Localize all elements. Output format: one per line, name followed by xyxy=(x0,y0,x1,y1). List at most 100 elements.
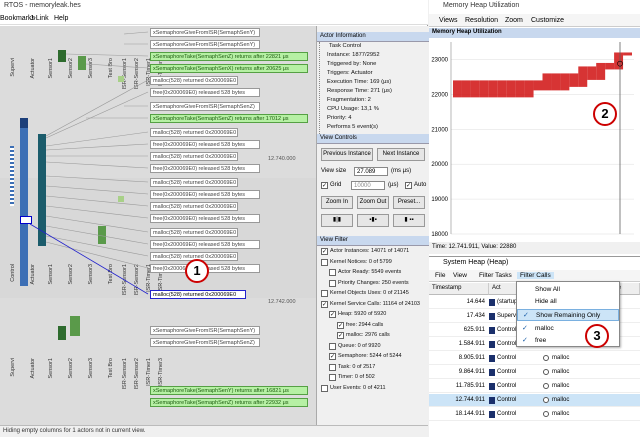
row-actor: Control xyxy=(497,411,517,417)
filter-checkbox[interactable] xyxy=(321,384,328,392)
timeline-event[interactable]: xSemaphoreGiveFromISR(SemaphSenZ) xyxy=(150,338,260,347)
view-size-input[interactable]: 27.089 xyxy=(354,167,388,176)
heap-series-step xyxy=(506,80,516,98)
heap-series-step xyxy=(551,73,561,91)
preset-button[interactable]: Preset... xyxy=(393,196,425,209)
timeline-event[interactable]: malloc(528) returned 0x200069E0 xyxy=(150,76,238,85)
auto-checkbox[interactable]: ✓ xyxy=(405,182,412,189)
filter-checkbox[interactable]: ✓ xyxy=(329,311,336,318)
menu-jlink[interactable]: J-Link xyxy=(30,15,49,22)
heap-series-step xyxy=(623,52,632,56)
table-row[interactable]: 11.785.911 Control malloc xyxy=(429,380,640,393)
heap-y-tick-label: 20000 xyxy=(431,162,448,168)
heap-y-tick-label: 19000 xyxy=(431,197,448,203)
timeline-event[interactable]: malloc(528) returned 0x200069E0 xyxy=(150,202,238,211)
row-actor-color xyxy=(489,313,495,320)
col-timestamp[interactable]: Timestamp xyxy=(429,283,489,295)
timeline-event[interactable]: xSemaphoreGiveFromISR(SemaphSenZ) xyxy=(150,102,260,111)
timeline-event[interactable]: free(0x200069E0) released 528 bytes xyxy=(150,190,260,199)
timeline-event[interactable]: malloc(528) returned 0x200069E0 xyxy=(150,290,246,299)
heap-menu-customize[interactable]: Customize xyxy=(531,17,564,24)
timeline-event[interactable]: free(0x200069E0) released 528 bytes xyxy=(150,164,260,173)
row-timestamp: 625.911 xyxy=(463,327,485,333)
timeline-view[interactable]: Supervi Actuator Sensor1 Sensor2 Sensor3 Test… xyxy=(0,26,316,425)
filter-checkbox[interactable] xyxy=(329,363,336,371)
sys-menu-filter-calls[interactable]: Filter Calls xyxy=(517,272,554,279)
next-instance-button[interactable]: Next Instance xyxy=(377,148,425,161)
filter-checkbox[interactable] xyxy=(329,279,336,287)
filter-checkbox[interactable] xyxy=(329,269,336,276)
previous-instance-button[interactable]: Previous Instance xyxy=(321,148,373,161)
zoom-in-button[interactable]: Zoom In xyxy=(321,196,353,209)
menu-help[interactable]: Help xyxy=(54,15,68,22)
heap-menu-views[interactable]: Views xyxy=(439,17,458,24)
actor-info-line: Instance: 1877/2952 xyxy=(327,52,380,58)
timeline-event[interactable]: xSemaphoreTake(SemaphSenZ) returns after… xyxy=(150,114,308,123)
tool-button-3[interactable]: ▮ ▪▪ xyxy=(393,214,425,227)
filter-checkbox[interactable] xyxy=(321,258,328,266)
callout-2: 2 xyxy=(593,102,617,126)
tool-button-2[interactable]: ▪▮▪ xyxy=(357,214,389,227)
heap-y-tick-label: 21000 xyxy=(431,127,448,133)
grid-unit: (µs) xyxy=(388,182,399,188)
row-radio[interactable] xyxy=(543,397,549,403)
grid-checkbox[interactable]: ✓ xyxy=(321,182,328,189)
heap-series-step xyxy=(533,80,543,91)
row-actor: Superv xyxy=(497,313,517,319)
filter-checkbox[interactable]: ✓ xyxy=(321,248,328,255)
sys-menu-view[interactable]: View xyxy=(453,272,467,279)
filter-checkbox[interactable]: ✓ xyxy=(337,332,344,339)
actor-info-line: Performs 5 event(s) xyxy=(327,124,378,130)
filter-checkbox[interactable] xyxy=(329,342,336,350)
tool-button-1[interactable]: ▮|▮ xyxy=(321,214,353,227)
timeline-event[interactable]: free(0x200069E0) released 528 bytes xyxy=(150,88,260,97)
sys-menu-filter-tasks[interactable]: Filter Tasks xyxy=(479,272,512,279)
timeline-event[interactable]: xSemaphoreTake(SemaphSenY) returns after… xyxy=(150,386,308,395)
row-radio[interactable] xyxy=(543,369,549,375)
filter-menu-item[interactable]: Hide all xyxy=(517,296,619,308)
table-row[interactable]: 18.144.911 Control malloc xyxy=(429,408,640,421)
timeline-event[interactable]: free(0x200069E0) released 528 bytes xyxy=(150,214,260,223)
filter-menu-item[interactable]: ✓ Show Remaining Only xyxy=(517,309,619,321)
grid-input[interactable]: 10000 xyxy=(351,181,385,190)
filter-item-label: free: 2944 calls xyxy=(346,321,384,328)
filter-checkbox[interactable]: ✓ xyxy=(321,300,328,308)
row-radio[interactable] xyxy=(543,355,549,361)
timeline-event[interactable]: free(0x200069E0) released 528 bytes xyxy=(150,240,260,249)
filter-calls-menu: Show All Hide all ✓ Show Remaining Only ✓ mal… xyxy=(516,281,620,348)
row-radio[interactable] xyxy=(543,383,549,389)
actor-info-line: CPU Usage: 13,1 % xyxy=(327,106,379,112)
timeline-event[interactable]: malloc(528) returned 0x200069E0 xyxy=(150,228,238,237)
filter-checkbox[interactable]: ✓ xyxy=(337,321,344,329)
timeline-event[interactable]: malloc(528) returned 0x200069E0 xyxy=(150,152,238,161)
timeline-event[interactable]: xSemaphoreTake(SemaphSenX) returns after… xyxy=(150,64,308,73)
filter-checkbox[interactable]: ✓ xyxy=(329,353,336,360)
view-size-unit: (ms µs) xyxy=(391,168,412,174)
filter-checkbox[interactable] xyxy=(321,290,328,297)
timeline-event[interactable]: xSemaphoreTake(SemaphSenZ) returns after… xyxy=(150,52,308,61)
timeline-event[interactable]: xSemaphoreGiveFromISR(SemaphSenY) xyxy=(150,40,260,49)
heap-menu-zoom[interactable]: Zoom xyxy=(505,17,523,24)
timeline-event[interactable]: xSemaphoreTake(SemaphSenZ) returns after… xyxy=(150,398,308,407)
filter-menu-item[interactable]: Show All xyxy=(517,284,619,296)
timeline-event[interactable]: free(0x200069E0) released 528 bytes xyxy=(150,140,260,149)
heap-chart[interactable]: 18000 19000 20000 21000 22000 23000 2 xyxy=(429,38,640,241)
row-actor-color xyxy=(489,369,495,376)
table-row[interactable]: 9.864.911 Control malloc xyxy=(429,366,640,379)
row-radio[interactable] xyxy=(543,411,549,417)
table-row[interactable]: 12.744.911 Control malloc xyxy=(429,394,640,407)
zoom-out-button[interactable]: Zoom Out xyxy=(357,196,389,209)
heap-menu-resolution[interactable]: Resolution xyxy=(465,17,498,24)
filter-menu-label: Show All xyxy=(535,286,560,293)
filter-checkbox[interactable] xyxy=(329,374,336,381)
table-row[interactable]: 8.905.911 Control malloc xyxy=(429,352,640,365)
actor-info-line: Fragmentation: 2 xyxy=(327,97,371,103)
timeline-event[interactable]: malloc(528) returned 0x200069E0 xyxy=(150,128,238,137)
timeline-event[interactable]: xSemaphoreGiveFromISR(SemaphSenY) xyxy=(150,326,260,335)
heap-series-step xyxy=(461,80,471,98)
timeline-event[interactable]: malloc(528) returned 0x200069E0 xyxy=(150,178,238,187)
heap-series-step xyxy=(569,73,579,87)
timeline-event[interactable]: xSemaphoreGiveFromISR(SemaphSenY) xyxy=(150,28,260,37)
sys-menu-file[interactable]: File xyxy=(435,272,445,279)
row-timestamp: 1.584.911 xyxy=(458,341,485,347)
